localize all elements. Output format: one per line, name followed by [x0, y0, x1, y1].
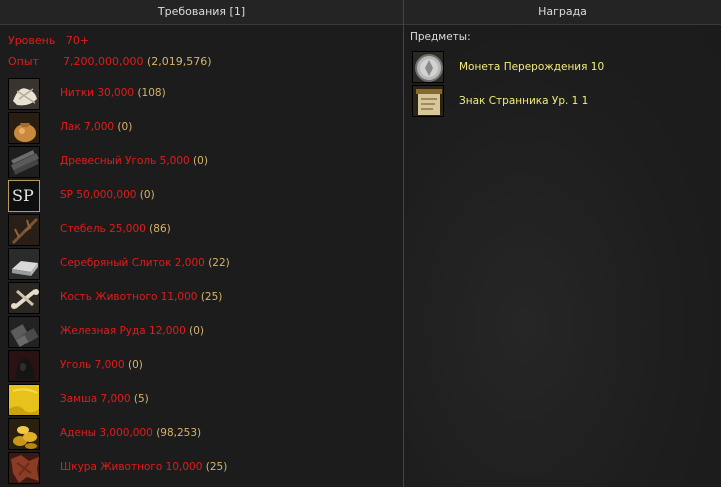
- reward-item[interactable]: Знак Странника Ур. 1 1: [412, 85, 712, 117]
- wanderer-sign-icon: [412, 85, 444, 117]
- requirement-item[interactable]: Стебель 25,000 (86): [8, 214, 398, 246]
- item-count: (25): [205, 461, 228, 473]
- silver-ingot-icon: [8, 248, 40, 280]
- exp-label: Опыт: [8, 55, 39, 68]
- item-name: SP 50,000,000: [60, 189, 137, 201]
- coal-icon: [8, 350, 40, 382]
- requirement-item[interactable]: SP SP 50,000,000 (0): [8, 180, 398, 212]
- rebirth-coin-icon: [412, 51, 444, 83]
- exp-requirement: Опыт 7,200,000,000 (2,019,576): [8, 55, 212, 68]
- item-name: Древесный Уголь 5,000: [60, 155, 190, 167]
- item-count: (5): [133, 393, 149, 405]
- requirements-tab-title: Требования [1]: [157, 5, 246, 18]
- requirement-item[interactable]: Железная Руда 12,000 (0): [8, 316, 398, 348]
- requirement-item[interactable]: Древесный Уголь 5,000 (0): [8, 146, 398, 178]
- item-count: (25): [200, 291, 223, 303]
- sp-icon: SP: [8, 180, 40, 212]
- reward-item[interactable]: Монета Перерождения 10: [412, 51, 712, 83]
- requirement-item[interactable]: Нитки 30,000 (108): [8, 78, 398, 110]
- level-requirement: Уровень 70+: [8, 34, 89, 47]
- reward-items-title: Предметы:: [410, 31, 471, 43]
- animal-bone-icon: [8, 282, 40, 314]
- item-count: (22): [208, 257, 230, 269]
- item-name: Замша 7,000: [60, 393, 131, 405]
- iron-ore-icon: [8, 316, 40, 348]
- level-label: Уровень: [8, 34, 56, 47]
- item-name: Шкура Животного 10,000: [60, 461, 203, 473]
- item-count: (0): [193, 155, 208, 167]
- requirement-item[interactable]: Замша 7,000 (5): [8, 384, 398, 416]
- requirements-panel: Уровень 70+ Опыт 7,200,000,000 (2,019,57…: [0, 25, 403, 487]
- item-count: (86): [149, 223, 171, 235]
- item-count: (0): [127, 359, 143, 371]
- reward-tab-title: Награда: [538, 5, 587, 18]
- item-name: Серебряный Слиток 2,000: [60, 257, 205, 269]
- item-count: (108): [137, 87, 166, 99]
- animal-skin-icon: [8, 452, 40, 484]
- requirement-item[interactable]: Кость Животного 11,000 (25): [8, 282, 398, 314]
- reward-item-name: Знак Странника Ур. 1 1: [459, 95, 589, 107]
- quest-requirements-window: Требования [1] Награда Уровень 70+ Опыт …: [0, 0, 721, 487]
- item-name: Нитки 30,000: [60, 87, 135, 99]
- suede-icon: [8, 384, 40, 416]
- item-count: (0): [189, 325, 205, 337]
- requirement-item[interactable]: Серебряный Слиток 2,000 (22): [8, 248, 398, 280]
- exp-count: (2,019,576): [146, 55, 212, 68]
- requirement-item[interactable]: Адены 3,000,000 (98,253): [8, 418, 398, 450]
- item-count: (0): [117, 121, 133, 133]
- stem-icon: [8, 214, 40, 246]
- charcoal-icon: [8, 146, 40, 178]
- item-count: (98,253): [156, 427, 202, 439]
- item-count: (0): [139, 189, 155, 201]
- reward-item-name: Монета Перерождения 10: [459, 61, 605, 73]
- requirement-item[interactable]: Лак 7,000 (0): [8, 112, 398, 144]
- exp-value: 7,200,000,000: [63, 55, 144, 68]
- window-header: Требования [1] Награда: [0, 0, 721, 25]
- item-name: Железная Руда 12,000: [60, 325, 186, 337]
- level-value: 70+: [65, 34, 90, 47]
- adena-coins-icon: [8, 418, 40, 450]
- thread-icon: [8, 78, 40, 110]
- requirement-item[interactable]: Уголь 7,000 (0): [8, 350, 398, 382]
- item-name: Стебель 25,000: [60, 223, 146, 235]
- varnish-bag-icon: [8, 112, 40, 144]
- item-name: Кость Животного 11,000: [60, 291, 198, 303]
- item-name: Адены 3,000,000: [60, 427, 153, 439]
- item-name: Лак 7,000: [60, 121, 115, 133]
- item-name: Уголь 7,000: [60, 359, 125, 371]
- requirement-item[interactable]: Шкура Животного 10,000 (25): [8, 452, 398, 484]
